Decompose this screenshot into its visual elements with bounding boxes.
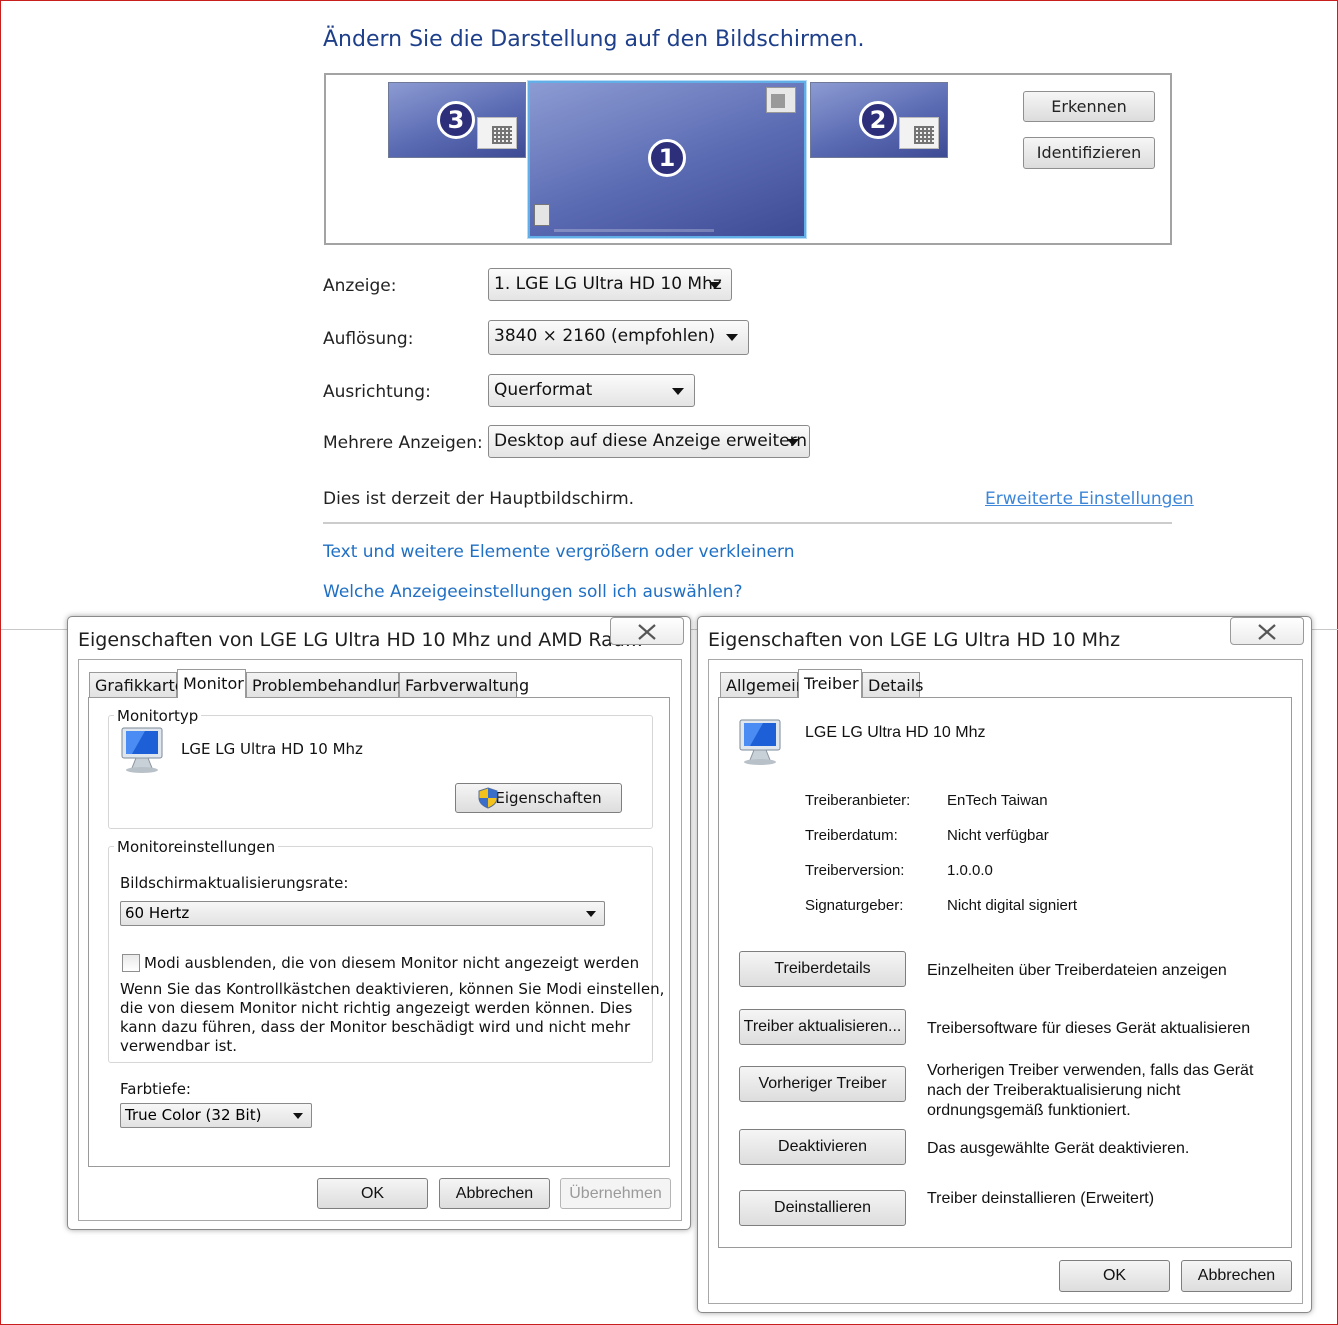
disable-device-description: Das ausgewählte Gerät deaktivieren. xyxy=(927,1140,1190,1157)
chevron-down-icon xyxy=(709,282,721,289)
text-size-link[interactable]: Text und weitere Elemente vergrößern ode… xyxy=(323,542,795,562)
monitor-settings-legend: Monitoreinstellungen xyxy=(114,838,279,856)
display-select-value: 1. LGE LG Ultra HD 10 Mhz xyxy=(494,274,722,294)
ok-button[interactable]: OK xyxy=(1059,1260,1170,1292)
driver-version-label: Treiberversion: xyxy=(805,862,905,879)
monitor-arrangement-area[interactable]: 3 1 2 Erkennen Identifizieren xyxy=(324,73,1172,245)
dialog-title: Eigenschaften von LGE LG Ultra HD 10 Mhz xyxy=(708,629,1121,651)
close-button[interactable] xyxy=(610,617,684,645)
chevron-down-icon xyxy=(787,439,799,446)
driver-date-label: Treiberdatum: xyxy=(805,827,898,844)
resolution-select-value: 3840 × 2160 (empfohlen) xyxy=(494,326,716,346)
driver-details-button[interactable]: Treiberdetails xyxy=(739,951,906,987)
monitor-name: LGE LG Ultra HD 10 Mhz xyxy=(181,740,363,758)
chevron-down-icon xyxy=(586,911,596,917)
rollback-description-line: ordnungsgemäß funktioniert. xyxy=(927,1102,1131,1119)
rollback-description-line: nach der Treiberaktualisierung nicht xyxy=(927,1082,1181,1099)
apply-button[interactable]: Übernehmen xyxy=(560,1178,671,1209)
identify-button[interactable]: Identifizieren xyxy=(1023,137,1155,169)
adapter-properties-dialog: Eigenschaften von LGE LG Ultra HD 10 Mhz… xyxy=(67,616,691,1230)
multiple-displays-label: Mehrere Anzeigen: xyxy=(323,433,483,453)
driver-date-value: Nicht verfügbar xyxy=(947,827,1049,844)
tab-monitor[interactable]: Monitor xyxy=(177,669,246,698)
warning-line: verwendbar ist. xyxy=(120,1037,238,1055)
monitor-properties-dialog: Eigenschaften von LGE LG Ultra HD 10 Mhz… xyxy=(697,616,1312,1313)
refresh-rate-value: 60 Hertz xyxy=(125,904,190,922)
display-select[interactable]: 1. LGE LG Ultra HD 10 Mhz xyxy=(488,268,732,301)
taskbar-grid-icon xyxy=(899,117,939,149)
multiple-displays-select[interactable]: Desktop auf diese Anzeige erweitern xyxy=(488,425,810,458)
tab-farbverwaltung[interactable]: Farbverwaltung xyxy=(399,672,529,697)
uninstall-driver-button[interactable]: Deinstallieren xyxy=(739,1190,906,1226)
tab-problembehandlung[interactable]: Problembehandlung xyxy=(246,672,413,697)
tab-grafikkarte[interactable]: Grafikkarte xyxy=(89,672,185,697)
window-icon xyxy=(766,87,796,113)
monitor-1-tile[interactable]: 1 xyxy=(528,81,806,238)
hide-modes-checkbox[interactable] xyxy=(122,954,140,972)
disable-device-button[interactable]: Deaktivieren xyxy=(739,1129,906,1165)
driver-provider-label: Treiberanbieter: xyxy=(805,792,911,809)
page-title: Ändern Sie die Darstellung auf den Bilds… xyxy=(323,27,865,52)
taskbar-grid-icon xyxy=(477,117,517,149)
monitor-number-badge: 3 xyxy=(437,101,475,139)
tab-allgemein[interactable]: Allgemein xyxy=(720,672,806,697)
start-menu-icon xyxy=(534,204,550,226)
close-icon xyxy=(1258,624,1276,640)
advanced-settings-link[interactable]: Erweiterte Einstellungen xyxy=(985,489,1194,509)
signer-label: Signaturgeber: xyxy=(805,897,904,914)
monitor-2-tile[interactable]: 2 xyxy=(810,82,948,158)
dialog-title: Eigenschaften von LGE LG Ultra HD 10 Mhz… xyxy=(78,629,643,651)
driver-version-value: 1.0.0.0 xyxy=(947,862,993,879)
multiple-displays-select-value: Desktop auf diese Anzeige erweitern xyxy=(494,431,808,451)
update-driver-button[interactable]: Treiber aktualisieren... xyxy=(739,1009,906,1045)
display-label: Anzeige: xyxy=(323,276,397,296)
refresh-rate-label: Bildschirmaktualisierungsrate: xyxy=(120,874,349,892)
color-depth-select[interactable]: True Color (32 Bit) xyxy=(120,1103,312,1128)
monitor-3-tile[interactable]: 3 xyxy=(388,82,526,158)
chevron-down-icon xyxy=(726,334,738,341)
tab-panel: Monitortyp LGE LG Ultra HD 10 Mhz Eigens… xyxy=(88,697,670,1167)
signer-value: Nicht digital signiert xyxy=(947,897,1078,914)
close-button[interactable] xyxy=(1230,617,1304,645)
warning-line: Wenn Sie das Kontrollkästchen deaktivier… xyxy=(120,980,665,998)
color-depth-label: Farbtiefe: xyxy=(120,1080,191,1098)
cancel-button[interactable]: Abbrechen xyxy=(439,1178,550,1209)
hide-modes-label[interactable]: Modi ausblenden, die von diesem Monitor … xyxy=(144,954,639,972)
which-settings-link[interactable]: Welche Anzeigeeinstellungen soll ich aus… xyxy=(323,582,743,602)
resolution-label: Auflösung: xyxy=(323,329,414,349)
shield-icon xyxy=(478,787,498,809)
tab-details[interactable]: Details xyxy=(862,672,923,697)
chevron-down-icon xyxy=(293,1113,303,1119)
orientation-select[interactable]: Querformat xyxy=(488,374,695,407)
monitor-type-legend: Monitortyp xyxy=(114,707,202,725)
chevron-down-icon xyxy=(672,388,684,395)
orientation-label: Ausrichtung: xyxy=(323,382,431,402)
divider xyxy=(323,522,1172,524)
uninstall-driver-description: Treiber deinstallieren (Erweitert) xyxy=(927,1190,1155,1207)
main-screen-text: Dies ist derzeit der Hauptbildschirm. xyxy=(323,489,635,509)
tab-treiber[interactable]: Treiber xyxy=(798,669,862,698)
detect-button[interactable]: Erkennen xyxy=(1023,91,1155,122)
warning-line: kann dazu führen, dass der Monitor besch… xyxy=(120,1018,631,1036)
ok-button[interactable]: OK xyxy=(317,1178,428,1209)
tab-panel: LGE LG Ultra HD 10 Mhz Treiberanbieter: … xyxy=(718,697,1292,1248)
warning-line: die von diesem Monitor nicht richtig ang… xyxy=(120,999,633,1017)
color-depth-value: True Color (32 Bit) xyxy=(125,1106,262,1124)
cancel-button[interactable]: Abbrechen xyxy=(1181,1260,1292,1292)
monitor-number-badge: 1 xyxy=(648,139,686,177)
monitor-icon xyxy=(739,719,781,765)
orientation-select-value: Querformat xyxy=(494,380,593,400)
rollback-description-line: Vorherigen Treiber verwenden, falls das … xyxy=(927,1062,1254,1079)
driver-details-description: Einzelheiten über Treiberdateien anzeige… xyxy=(927,962,1227,979)
refresh-rate-select[interactable]: 60 Hertz xyxy=(120,901,605,926)
properties-button[interactable]: Eigenschaften xyxy=(455,783,622,813)
device-name: LGE LG Ultra HD 10 Mhz xyxy=(805,724,986,741)
monitor-icon xyxy=(121,727,163,773)
driver-provider-value: EnTech Taiwan xyxy=(947,792,1048,809)
monitor-number-badge: 2 xyxy=(859,101,897,139)
close-icon xyxy=(638,624,656,640)
update-driver-description: Treibersoftware für dieses Gerät aktuali… xyxy=(927,1020,1251,1037)
rollback-driver-button[interactable]: Vorheriger Treiber xyxy=(739,1066,906,1102)
resolution-select[interactable]: 3840 × 2160 (empfohlen) xyxy=(488,320,749,355)
